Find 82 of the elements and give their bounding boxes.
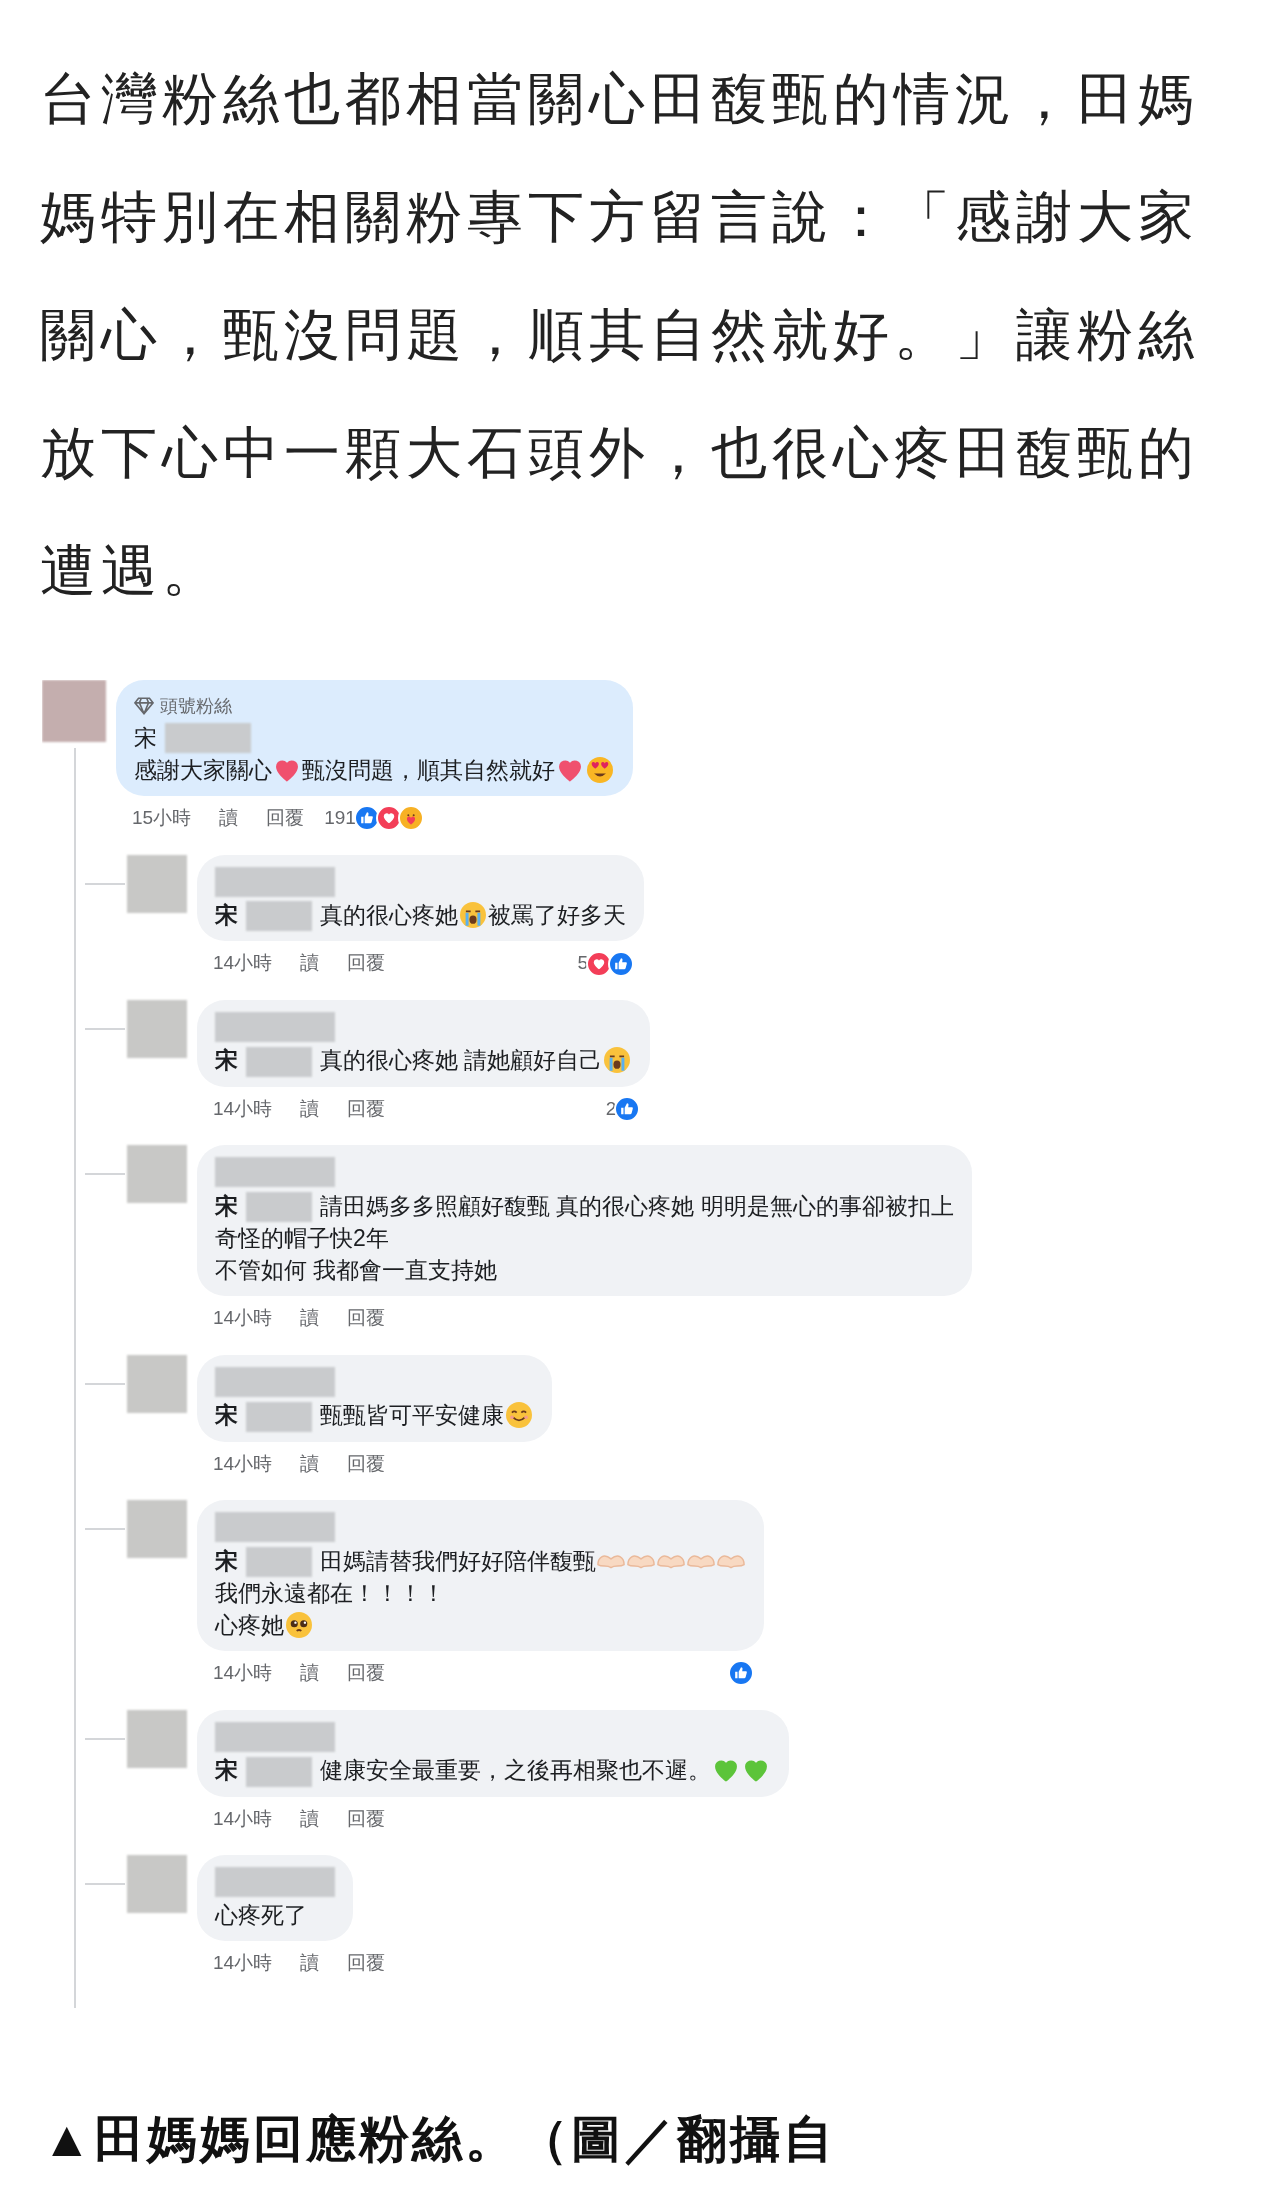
heart-hands-icon — [597, 1552, 625, 1569]
blurred-avatar — [127, 1500, 187, 1559]
heart-icon — [743, 1757, 769, 1784]
comment-text: 不管如何 我都會一直支持她 — [215, 1256, 498, 1286]
heart-hands-icon — [717, 1552, 745, 1569]
heart-hands-icon — [687, 1552, 715, 1569]
reply-link[interactable]: 回覆 — [347, 1094, 386, 1124]
heart-icon — [713, 1757, 739, 1784]
heart-hands-icon — [627, 1552, 655, 1569]
read-link[interactable]: 讀 — [300, 1304, 320, 1333]
reply-link[interactable]: 回覆 — [347, 1449, 386, 1479]
love-reaction-icon — [586, 950, 612, 977]
comment-text: 田媽請替我們好好陪伴馥甄 — [320, 1546, 596, 1576]
heart-eyes-emoji-icon — [587, 757, 613, 783]
blurred-name — [246, 1192, 312, 1223]
comment-text: 甄甄皆可平安健康 — [320, 1401, 504, 1431]
blurred-avatar — [127, 1145, 187, 1204]
pleading-emoji-icon — [286, 1612, 312, 1639]
comment-text: 健康安全最重要，之後再相聚也不遲。 — [320, 1756, 711, 1786]
read-link[interactable]: 讀 — [300, 949, 320, 978]
blurred-avatar — [42, 680, 106, 742]
comment-time: 14小時 — [213, 1306, 273, 1331]
blurred-avatar — [127, 999, 187, 1058]
commenter-name: 宋 — [215, 1191, 238, 1221]
blurred-name — [246, 1046, 312, 1077]
blurred-name — [246, 1756, 312, 1787]
reaction-count: 2 — [605, 1096, 617, 1121]
read-link[interactable]: 讀 — [300, 1094, 320, 1124]
blurred-name — [246, 1401, 312, 1432]
crying-emoji-icon — [460, 901, 486, 928]
heart-hands-icon — [657, 1552, 685, 1569]
smiling-emoji-icon — [506, 1402, 532, 1429]
commenter-name: 宋 — [215, 1401, 238, 1431]
commenter-name: 宋 — [215, 1546, 238, 1576]
read-link[interactable]: 讀 — [219, 804, 239, 833]
read-link[interactable]: 讀 — [300, 1659, 320, 1688]
blurred-avatar — [127, 854, 187, 913]
blurred-avatar — [127, 1354, 187, 1413]
reply-link[interactable]: 回覆 — [347, 1804, 386, 1834]
comment-time: 14小時 — [213, 1806, 273, 1831]
comment-time: 14小時 — [213, 1451, 273, 1476]
reaction-count: 191 — [324, 806, 356, 830]
reply-link[interactable]: 回覆 — [266, 804, 305, 833]
comment-text: 感謝大家關心 — [134, 756, 272, 785]
blurred-avatar — [127, 1709, 187, 1768]
comment-time: 14小時 — [213, 1096, 273, 1121]
reply-link[interactable]: 回覆 — [347, 949, 386, 978]
blurred-name — [246, 1547, 312, 1578]
commenter-name: 宋 — [215, 900, 238, 930]
commenter-name: 宋 — [215, 1046, 238, 1076]
comment-text: 請田媽多多照顧好馥甄 真的很心疼她 明明是無心的事卻被扣上 — [320, 1191, 954, 1221]
heart-icon — [557, 757, 583, 783]
read-link[interactable]: 讀 — [300, 1804, 320, 1834]
reply-link[interactable]: 回覆 — [347, 1304, 386, 1333]
comment-text: 奇怪的帽子快2年 — [215, 1224, 389, 1254]
read-link[interactable]: 讀 — [300, 1449, 320, 1479]
comment-time: 14小時 — [213, 1661, 273, 1686]
comment-text: 真的很心疼她 請她顧好自己 — [320, 1046, 603, 1076]
badge-label: 頭號粉絲 — [160, 695, 232, 718]
commenter-name: 宋 — [215, 1756, 238, 1786]
love-reaction-icon — [375, 805, 402, 832]
crying-emoji-icon — [604, 1047, 631, 1074]
reply-link[interactable]: 回覆 — [347, 1949, 386, 1978]
diamond-icon — [134, 697, 154, 715]
image-caption: ▲田媽媽回應粉絲。（圖／翻攝自 — [41, 2110, 838, 2169]
comment-time: 15小時 — [132, 806, 192, 830]
commenter-name: 宋 — [134, 724, 157, 753]
comment-text: 甄沒問題，順其自然就好 — [302, 756, 555, 785]
blurred-avatar — [127, 1855, 187, 1914]
article-paragraph: 台灣粉絲也都相當關心田馥甄的情況，田媽媽特別在相關粉專下方留言說：「感謝大家關心，甄沒問題，順其自然就好。」讓粉絲放下心中一顆大石頭外，也很心疼田馥甄的遭遇。 — [39, 66, 1200, 604]
blurred-name — [246, 901, 312, 932]
comment-text: 心疼她 — [215, 1611, 284, 1641]
comment-time: 14小時 — [213, 951, 273, 976]
comment-time: 14小時 — [213, 1951, 273, 1976]
read-link[interactable]: 讀 — [300, 1949, 320, 1978]
reply-link[interactable]: 回覆 — [347, 1659, 386, 1688]
reaction-count: 5 — [577, 951, 588, 976]
comment-text: 心疼死了 — [215, 1901, 307, 1931]
comment-text: 被罵了好多天 — [488, 900, 626, 930]
comment-text: 真的很心疼她 — [320, 900, 458, 930]
heart-icon — [274, 757, 300, 783]
comment-text: 我們永遠都在！！！！ — [215, 1579, 445, 1609]
